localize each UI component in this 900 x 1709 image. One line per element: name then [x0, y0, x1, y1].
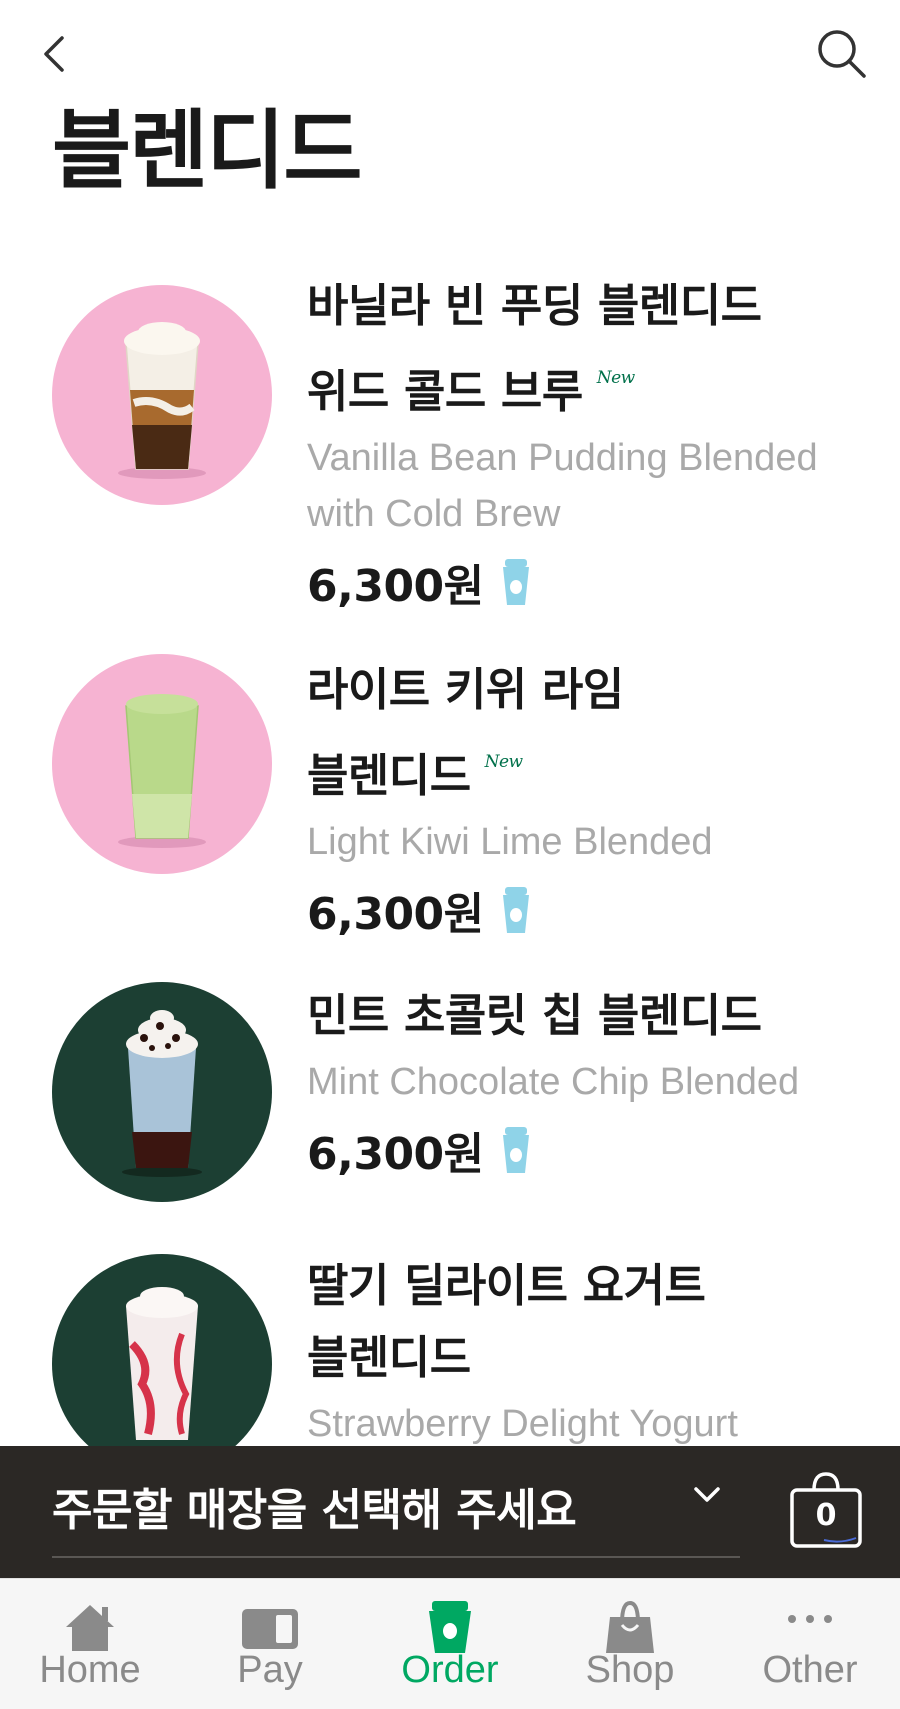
- card-icon: [242, 1609, 298, 1649]
- menu-name-english-line1: Mint Chocolate Chip Blended: [307, 1061, 800, 1103]
- menu-item-info: 민트 초콜릿 칩 블렌디드 Mint Chocolate Chip Blende…: [307, 980, 860, 1180]
- menu-item-info: 라이트 키위 라임 블렌디드 New Light Kiwi Lime Blende…: [307, 654, 860, 940]
- menu-item-vanilla-bean-pudding[interactable]: 바닐라 빈 푸딩 블렌디드 위드 콜드 브루 New Vanilla Bean P…: [0, 270, 900, 640]
- menu-name-korean: 바닐라 빈 푸딩 블렌디드 위드 콜드 브루 New: [307, 270, 860, 428]
- menu-item-strawberry-delight-yogurt[interactable]: 딸기 딜라이트 요거트 블렌디드 Strawberry Delight Yogu…: [0, 1250, 900, 1446]
- menu-name-english: Light Kiwi Lime Blended: [307, 814, 860, 870]
- menu-name-korean-line1: 바닐라 빈 푸딩 블렌디드: [307, 279, 762, 332]
- tab-pay[interactable]: Pay: [180, 1579, 360, 1709]
- menu-name-korean-line1: 딸기 딜라이트 요거트: [307, 1259, 706, 1312]
- page-title: 블렌디드: [52, 101, 362, 201]
- menu-name-english-line1: Strawberry Delight Yogurt: [307, 1403, 738, 1445]
- back-button[interactable]: [36, 28, 76, 80]
- tab-other[interactable]: Other: [720, 1579, 900, 1709]
- top-bar: [0, 0, 900, 100]
- menu-name-english-line1: Light Kiwi Lime Blended: [307, 821, 713, 863]
- chevron-left-icon: [44, 36, 64, 72]
- menu-name-korean: 라이트 키위 라임 블렌디드 New: [307, 654, 860, 812]
- search-button[interactable]: [814, 26, 870, 82]
- cart-count: 0: [815, 1498, 837, 1533]
- menu-name-english-line1: Vanilla Bean Pudding Blended: [307, 437, 818, 479]
- order-bar: 주문할 매장을 선택해 주세요 0: [0, 1446, 900, 1578]
- tab-label: Shop: [585, 1649, 675, 1691]
- menu-name-korean-line2: 블렌디드: [307, 749, 471, 802]
- cold-drink-icon: [502, 887, 529, 933]
- tab-home[interactable]: Home: [0, 1579, 180, 1709]
- drink-thumbnail: [52, 285, 272, 505]
- new-badge: New: [484, 752, 524, 772]
- chevron-down-icon: [694, 1487, 720, 1502]
- menu-name-english: Vanilla Bean Pudding Blended with Cold B…: [307, 430, 860, 542]
- menu-item-mint-chocolate-chip[interactable]: 민트 초콜릿 칩 블렌디드 Mint Chocolate Chip Blende…: [0, 980, 900, 1230]
- menu-item-info: 딸기 딜라이트 요거트 블렌디드 Strawberry Delight Yogu…: [307, 1250, 860, 1446]
- menu-item-info: 바닐라 빈 푸딩 블렌디드 위드 콜드 브루 New Vanilla Bean P…: [307, 270, 860, 612]
- cart-button[interactable]: 0: [788, 1468, 864, 1552]
- menu-name-korean-line2: 블렌디드: [307, 1331, 471, 1384]
- menu-name-korean-line1: 라이트 키위 라임: [307, 663, 624, 716]
- menu-list[interactable]: 바닐라 빈 푸딩 블렌디드 위드 콜드 브루 New Vanilla Bean P…: [0, 270, 900, 1446]
- price-row: 6,300원: [307, 552, 860, 612]
- menu-name-korean-line1: 민트 초콜릿 칩 블렌디드: [307, 989, 762, 1042]
- new-badge: New: [596, 368, 636, 388]
- cup-icon: [429, 1601, 471, 1653]
- tab-label: Order: [401, 1649, 499, 1691]
- store-select-label: 주문할 매장을 선택해 주세요: [52, 1485, 577, 1536]
- tab-label: Other: [762, 1649, 858, 1691]
- cold-drink-icon: [502, 559, 529, 605]
- price: 6,300원: [307, 1129, 484, 1180]
- drink-thumbnail: [52, 654, 272, 874]
- tab-label: Pay: [237, 1649, 303, 1691]
- menu-name-english: Strawberry Delight Yogurt: [307, 1396, 860, 1446]
- menu-name-korean-line2: 위드 콜드 브루: [307, 365, 583, 418]
- bottom-tab-bar: Home Pay Order Shop Other: [0, 1578, 900, 1709]
- drink-thumbnail: [52, 982, 272, 1202]
- menu-item-light-kiwi-lime[interactable]: 라이트 키위 라임 블렌디드 New Light Kiwi Lime Blende…: [0, 654, 900, 964]
- price-row: 6,300원: [307, 1120, 860, 1180]
- more-icon: [788, 1615, 832, 1623]
- shopping-bag-icon: [606, 1600, 654, 1653]
- search-icon: [818, 30, 866, 78]
- tab-label: Home: [39, 1649, 141, 1691]
- menu-name-english: Mint Chocolate Chip Blended: [307, 1054, 860, 1110]
- menu-name-english-line2: with Cold Brew: [307, 493, 561, 535]
- price: 6,300원: [307, 889, 484, 940]
- price: 6,300원: [307, 561, 484, 612]
- price-row: 6,300원: [307, 880, 860, 940]
- cold-drink-icon: [502, 1127, 529, 1173]
- menu-name-korean: 딸기 딜라이트 요거트 블렌디드: [307, 1250, 860, 1394]
- store-select-dropdown[interactable]: 주문할 매장을 선택해 주세요: [52, 1446, 740, 1558]
- tab-shop[interactable]: Shop: [540, 1579, 720, 1709]
- home-icon: [66, 1605, 114, 1651]
- drink-thumbnail: [52, 1254, 272, 1446]
- tab-order[interactable]: Order: [360, 1579, 540, 1709]
- menu-name-korean: 민트 초콜릿 칩 블렌디드: [307, 980, 860, 1052]
